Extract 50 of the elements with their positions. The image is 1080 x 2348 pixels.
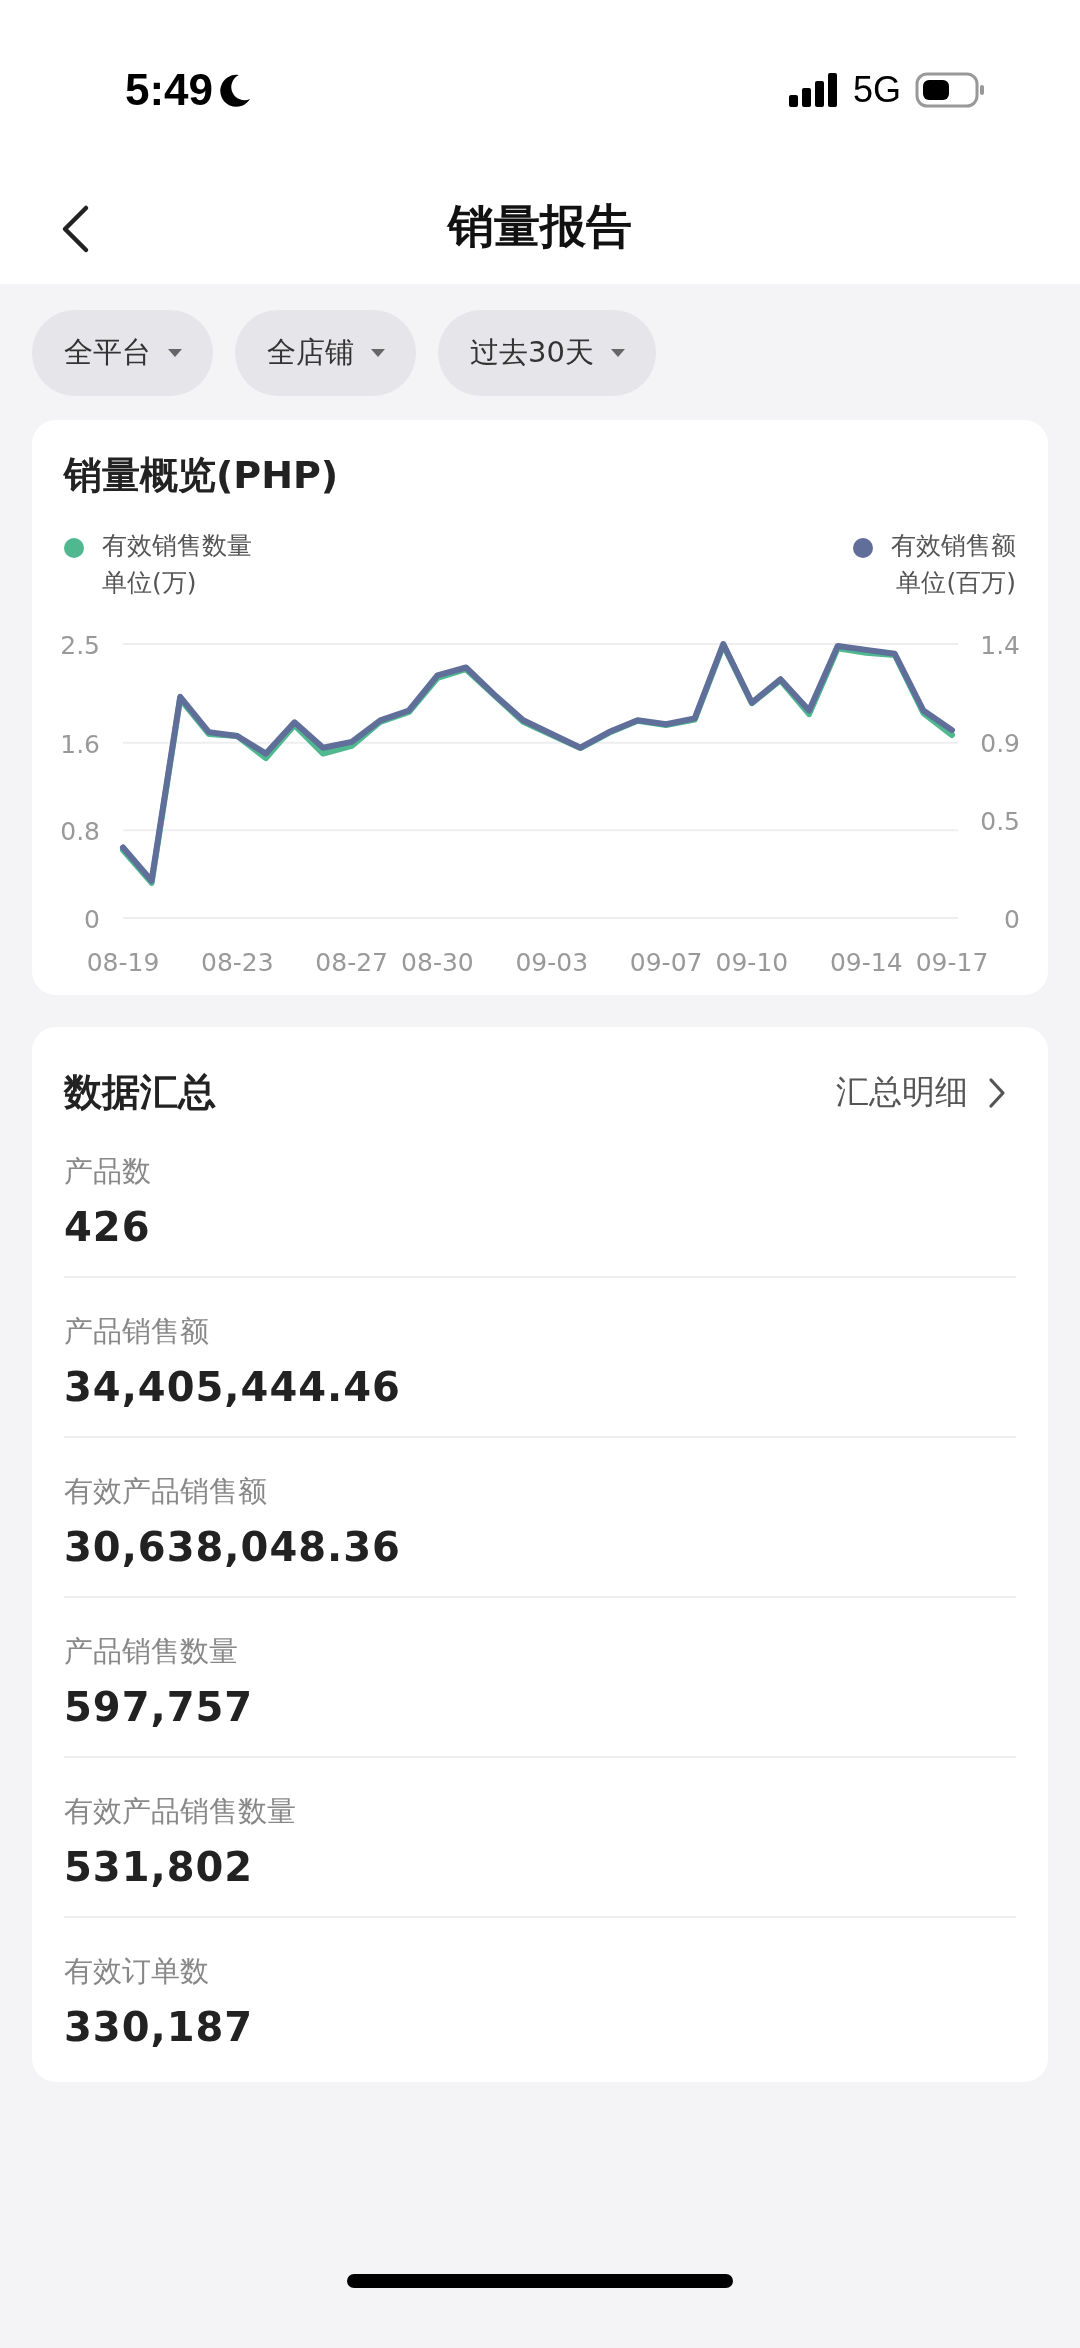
signal-icon [788,73,839,107]
y-axis-label: 0 [1004,905,1020,934]
metric-label: 有效产品销售数量 [64,1793,297,1830]
filter-dropdown[interactable]: 全店铺 [235,310,416,396]
y-axis-label: 0.9 [980,728,1020,758]
y-axis-label: 2.5 [60,631,100,660]
metric-value: 426 [64,1204,152,1250]
legend-label: 有效销售数量 [102,530,252,562]
moon-icon [219,73,252,107]
metric-value: 30,638,048.36 [64,1524,402,1570]
y-axis-label: 0.8 [60,817,100,847]
x-axis-label: 09-03 [515,948,589,977]
legend-unit: 单位(百万) [896,567,1016,599]
x-axis-label: 09-07 [629,948,703,977]
x-axis-label: 08-19 [86,948,160,977]
dropdown-caret-icon [167,348,183,358]
y-axis-label: 1.6 [60,729,100,759]
x-axis-label: 08-30 [401,948,474,977]
legend-unit: 单位(万) [102,567,198,599]
metric-value: 597,757 [64,1684,255,1730]
chevron-right-icon [988,1076,1006,1109]
filter-dropdown[interactable]: 过去30天 [438,310,656,396]
filter-dropdown[interactable]: 全平台 [32,310,213,396]
metric-value: 34,405,444.46 [64,1364,402,1410]
x-axis-label: 09-10 [715,948,789,977]
x-axis-label: 09-17 [915,948,989,977]
metric-label: 产品数 [64,1153,152,1190]
legend-label: 有效销售额 [891,530,1016,562]
y-axis-label: 0.5 [980,807,1020,837]
metric-label: 产品销售数量 [64,1633,239,1670]
dropdown-caret-icon [370,348,386,358]
x-axis-label: 08-23 [201,948,274,977]
y-axis-label: 1.4 [980,631,1020,660]
metric-value: 330,187 [64,2004,255,2050]
back-icon[interactable] [60,204,90,254]
card-title: 销量概览(PHP) [62,452,340,499]
metric-value: 531,802 [64,1844,255,1890]
metric-label: 有效产品销售额 [64,1473,268,1510]
network-label: 5G [852,69,901,111]
metric-label: 有效订单数 [64,1953,210,1990]
page-title: 销量报告 [448,198,632,255]
card-title: 数据汇总 [64,1069,216,1116]
details-link[interactable]: 汇总明细 [836,1070,1006,1115]
x-axis-label: 09-14 [829,948,903,977]
status-time: 5:49 [125,65,214,115]
y-axis-label: 0 [84,905,100,934]
battery-icon [915,72,985,108]
metric-label: 产品销售额 [64,1313,210,1350]
dropdown-caret-icon [609,348,626,358]
x-axis-label: 08-27 [315,948,388,977]
